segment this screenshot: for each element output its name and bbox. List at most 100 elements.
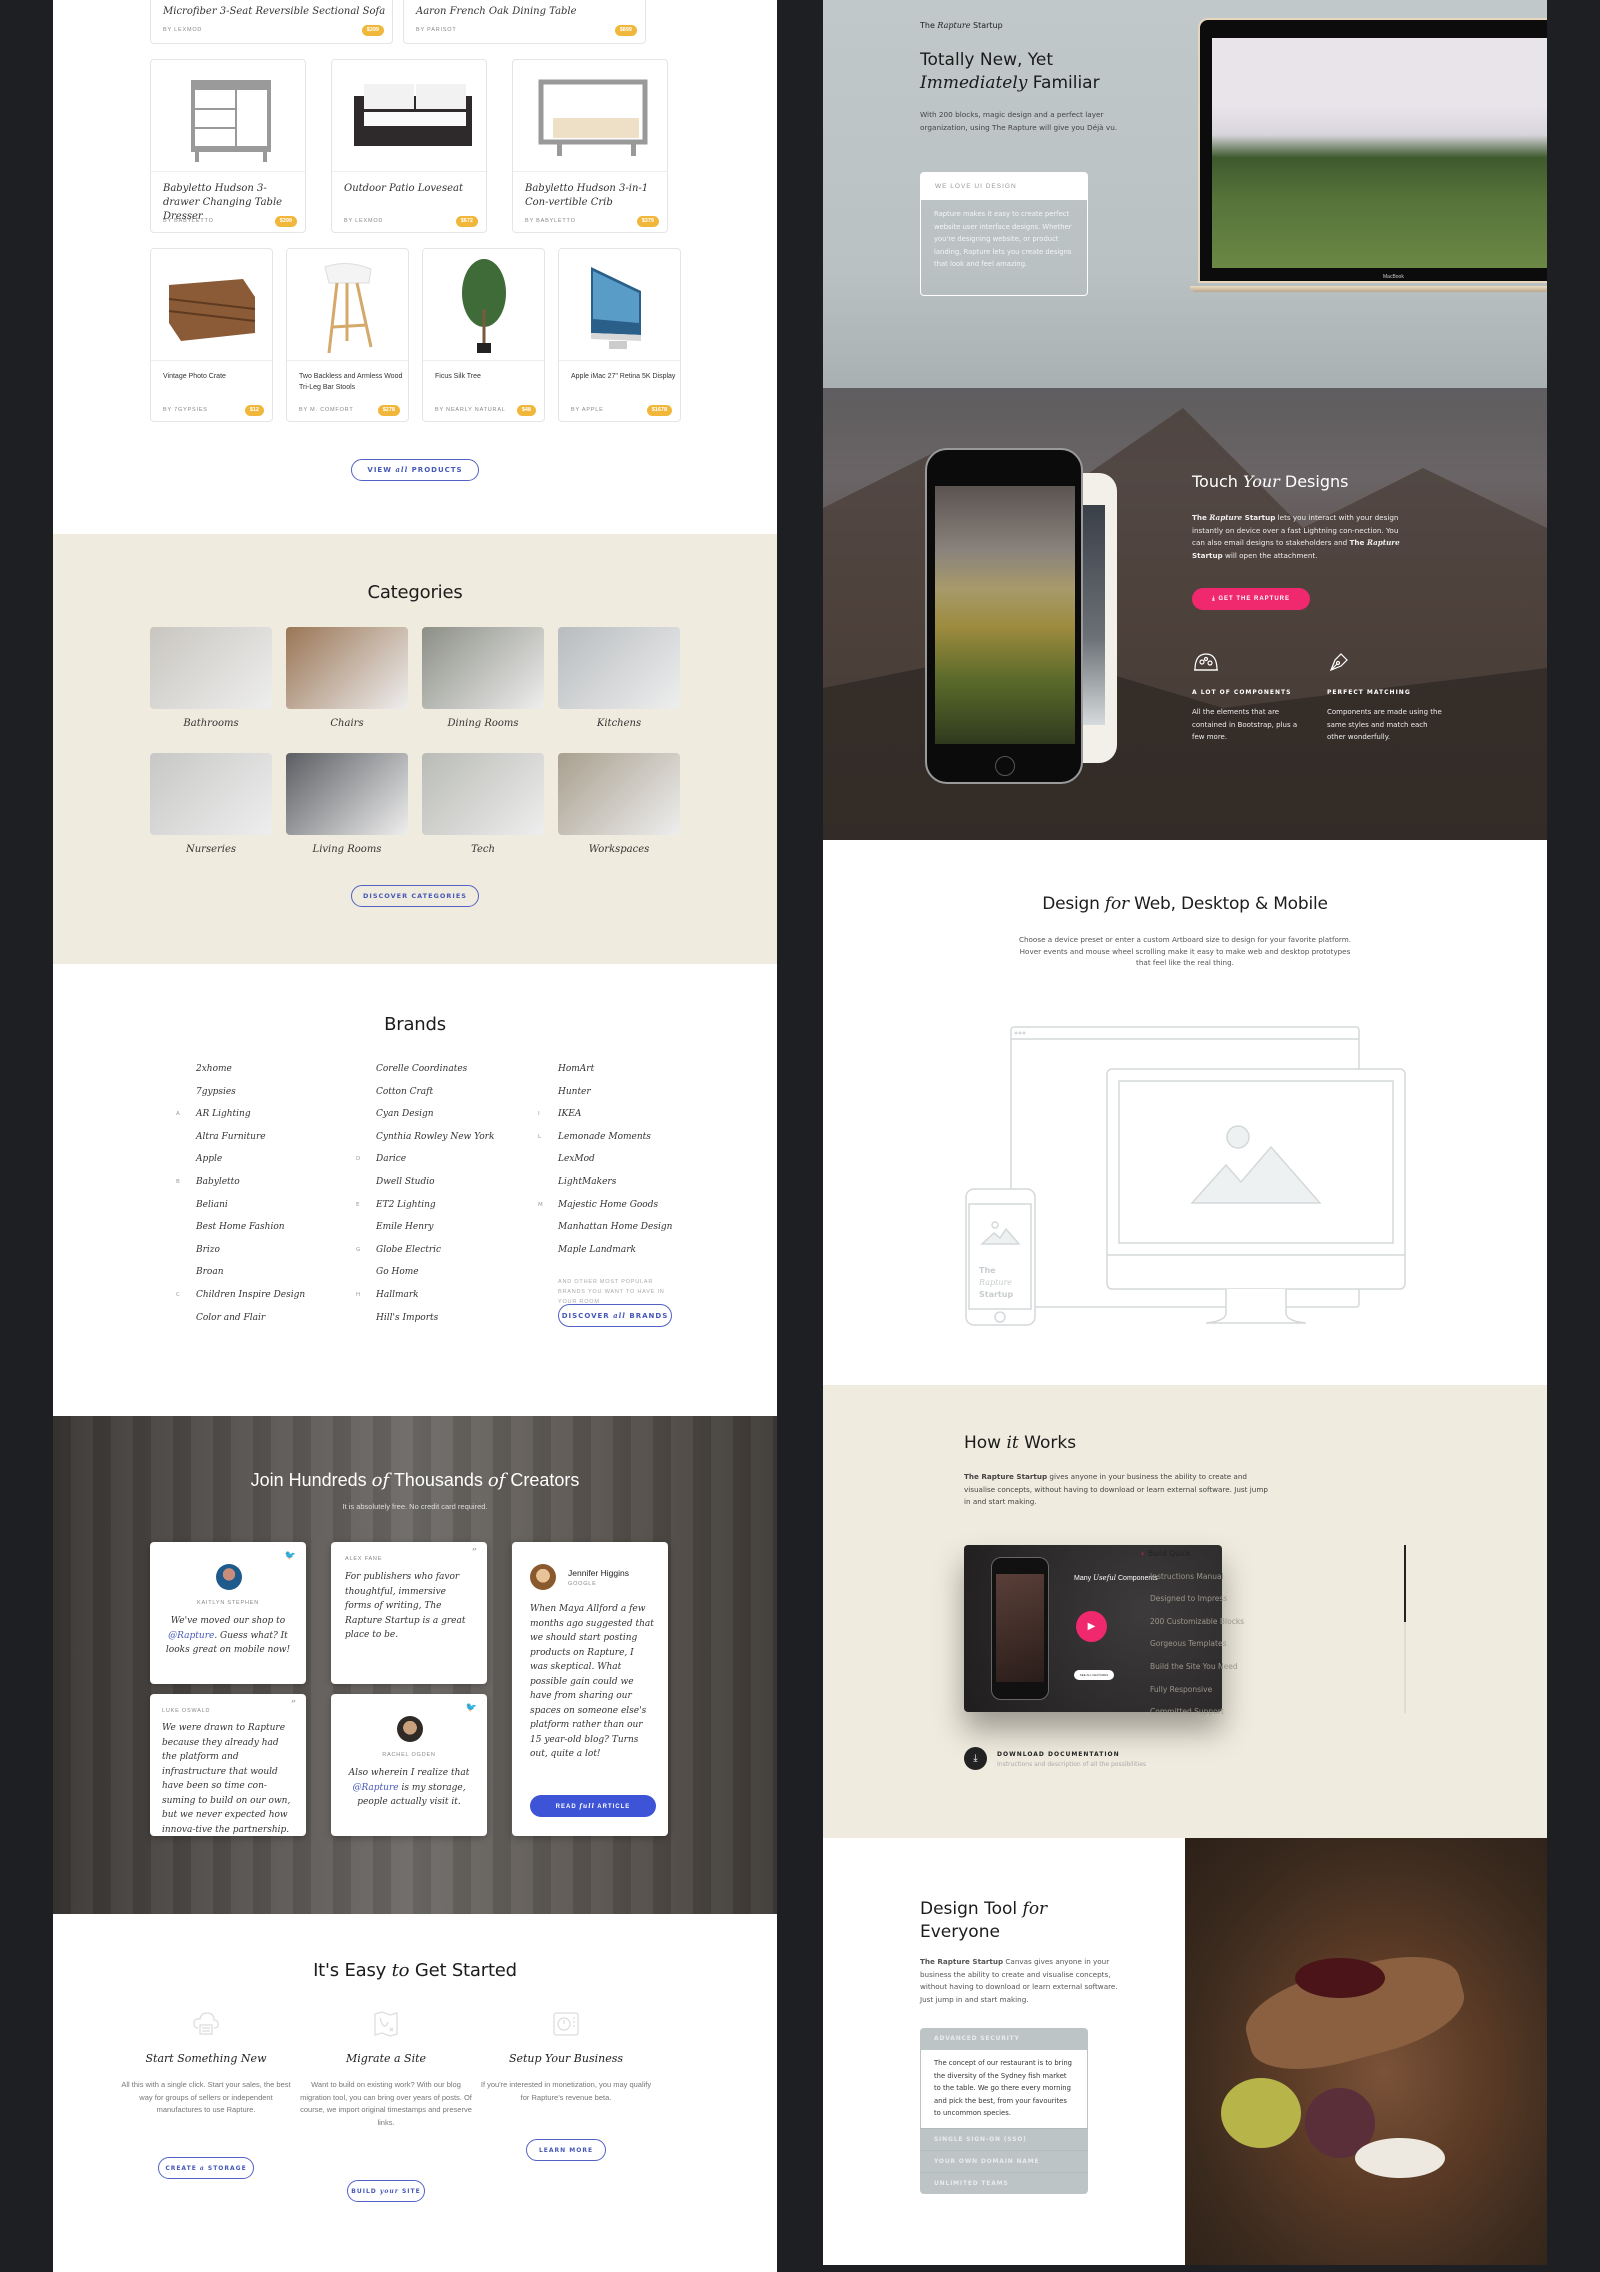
read-full-article-button[interactable]: READ full ARTICLE (530, 1795, 656, 1817)
brand-link[interactable]: Go Home (376, 1267, 494, 1290)
brand-link[interactable]: LightMakers (558, 1177, 672, 1200)
nav-scroll-thumb[interactable] (1404, 1545, 1406, 1622)
brand-link[interactable]: Cotton Craft (376, 1087, 494, 1110)
feature-text: Components are made using the same style… (1327, 708, 1442, 741)
brand-link[interactable]: 2xhome (196, 1064, 305, 1087)
nav-scroll-track[interactable] (1404, 1545, 1406, 1713)
product-card[interactable]: Outdoor Patio Loveseat BY LEXMOD $672 (331, 59, 487, 233)
button-label: BRANDS (625, 1311, 669, 1320)
accordion-header[interactable]: YOUR OWN DOMAIN NAME (920, 2149, 1088, 2172)
mention-link[interactable]: @Rapture (352, 1783, 398, 1793)
brand-link[interactable]: Beliani (196, 1200, 305, 1223)
feature-nav-item[interactable]: Designed to Impress (1150, 1594, 1227, 1603)
brand-link[interactable]: Broan (196, 1267, 305, 1290)
hero-title: Totally New, Yet Immediately Familiar (920, 49, 1100, 95)
category-tile[interactable]: Kitchens (558, 627, 680, 729)
product-title: Babyletto Hudson 3-in-1 Con-vertible Cri… (525, 183, 649, 208)
mention-link[interactable]: @Rapture (168, 1631, 214, 1641)
brand-link[interactable]: Manhattan Home Design (558, 1222, 672, 1245)
product-brand: BY NEARLY NATURAL (435, 407, 506, 413)
price-badge: $899 (614, 25, 637, 36)
brand-link[interactable]: Maple Landmark (558, 1245, 672, 1268)
feature-nav-item[interactable]: 200 Customizable Blocks (1150, 1617, 1244, 1626)
accordion-header[interactable]: SINGLE SIGN-ON (SSO) (920, 2127, 1088, 2150)
category-tile[interactable]: Workspaces (558, 753, 680, 855)
brand-link[interactable]: G Globe Electric (356, 1245, 494, 1268)
product-card[interactable]: Aaron French Oak Dining Table BY PARISOT… (403, 0, 646, 44)
brand-link[interactable]: LexMod (558, 1154, 672, 1177)
view-all-products-button[interactable]: VIEW all PRODUCTS (351, 459, 479, 481)
product-card[interactable]: Ficus Silk Tree BY NEARLY NATURAL $48 (422, 248, 545, 422)
brand-link[interactable]: Best Home Fashion (196, 1222, 305, 1245)
brand-name: Maple Landmark (558, 1244, 636, 1255)
category-tile[interactable]: Tech (422, 753, 544, 855)
brand-link[interactable]: Corelle Coordinates (376, 1064, 494, 1087)
feature-nav-item[interactable]: Gorgeous Templates (1150, 1639, 1227, 1648)
product-card[interactable]: Microfiber 3-Seat Reversible Sectional S… (150, 0, 393, 44)
accordion-header[interactable]: UNLIMITED TEAMS (920, 2171, 1088, 2194)
brand-link[interactable]: Apple (196, 1154, 305, 1177)
product-card[interactable]: Two Backless and Armless Wood Tri-Leg Ba… (286, 248, 409, 422)
feature-nav-item[interactable]: Fully Responsive (1150, 1685, 1212, 1694)
feature-nav-item[interactable]: Committed Support (1150, 1707, 1224, 1716)
product-card[interactable]: Vintage Photo Crate BY 7GYPSIES $12 (150, 248, 273, 422)
category-tile[interactable]: Nurseries (150, 753, 272, 855)
brand-link[interactable]: 7gypsies (196, 1087, 305, 1110)
accordion-header[interactable]: ADVANCED SECURITY (920, 2028, 1088, 2050)
twitter-icon[interactable]: 🐦 (285, 1550, 296, 1561)
feature-nav-item[interactable]: Instructions Manual (1150, 1572, 1224, 1581)
brand-link[interactable]: Brizo (196, 1245, 305, 1268)
brand-link[interactable]: M Majestic Home Goods (538, 1200, 672, 1223)
brand-name: Corelle Coordinates (376, 1064, 468, 1074)
feature-nav-item[interactable]: ‹ Build Quick (1141, 1549, 1190, 1558)
brand-link[interactable]: Hunter (558, 1087, 672, 1110)
brand-link[interactable]: Hill's Imports (376, 1313, 494, 1336)
button-label: STORAGE (204, 2164, 247, 2172)
product-card[interactable]: Babyletto Hudson 3-in-1 Con-vertible Cri… (512, 59, 668, 233)
category-tile[interactable]: Dining Rooms (422, 627, 544, 729)
step-action-button[interactable]: BUILD your SITE (347, 2180, 425, 2202)
brand-link[interactable]: Cynthia Rowley New York (376, 1132, 494, 1155)
category-label: Living Rooms (312, 844, 382, 855)
brand-link[interactable]: Dwell Studio (376, 1177, 494, 1200)
product-card[interactable]: Babyletto Hudson 3-drawer Changing Table… (150, 59, 306, 233)
discover-all-brands-button[interactable]: DISCOVER all BRANDS (558, 1304, 672, 1327)
see-all-features-button[interactable]: SEE ALL FEATURES (1074, 1670, 1114, 1680)
title-part: Designs (1279, 472, 1349, 491)
step-action-button[interactable]: CREATE a STORAGE (158, 2157, 254, 2179)
brand-link[interactable]: E ET2 Lighting (356, 1199, 494, 1223)
twitter-icon[interactable]: 🐦 (466, 1702, 477, 1713)
author-name: KAITLYN STEPHEN (196, 1600, 260, 1606)
brand-link[interactable]: C Children Inspire Design (176, 1290, 305, 1313)
brand-link[interactable]: Altra Furniture (196, 1132, 305, 1155)
discover-categories-button[interactable]: DISCOVER CATEGORIES (351, 885, 479, 907)
categories-section: Categories Bathrooms Chairs Dining Rooms Ki… (53, 534, 777, 964)
testimonial-quote: We were drawn to Rapture because they al… (162, 1723, 291, 1835)
price-badge: $399 (361, 25, 384, 36)
product-card[interactable]: Apple iMac 27" Retina 5K Display BY APPL… (558, 248, 681, 422)
feature-nav-item[interactable]: Build the Site You Need (1150, 1662, 1238, 1671)
brand-link[interactable]: H Hallmark (356, 1290, 494, 1313)
brand-link[interactable]: Cyan Design (376, 1109, 494, 1132)
brand-link[interactable]: Emile Henry (376, 1222, 494, 1245)
brand-link[interactable]: HomArt (558, 1064, 672, 1087)
button-label: BUILD (351, 2187, 380, 2195)
brand-link[interactable]: L Lemonade Moments (538, 1132, 672, 1155)
title-emphasis: to (391, 1960, 410, 1981)
step-action-button[interactable]: LEARN MORE (526, 2139, 606, 2161)
brand-part: Startup (970, 21, 1003, 30)
brand-name: ET2 Lighting (376, 1199, 436, 1210)
product-image-ficus-tree (423, 249, 544, 361)
brand-link[interactable]: I IKEA (538, 1109, 672, 1132)
brand-link[interactable]: A AR Lighting (176, 1109, 305, 1132)
category-tile[interactable]: Living Rooms (286, 753, 408, 855)
brand-link[interactable]: D Darice (356, 1154, 494, 1177)
category-tile[interactable]: Chairs (286, 627, 408, 729)
play-button[interactable]: ▶ (1076, 1611, 1107, 1642)
video-phone-image (991, 1557, 1049, 1700)
brand-link[interactable]: Color and Flair (196, 1313, 305, 1336)
category-tile[interactable]: Bathrooms (150, 627, 272, 729)
brand-link[interactable]: B Babyletto (176, 1177, 305, 1200)
brand-name: HomArt (558, 1064, 595, 1074)
get-the-rapture-button[interactable]: ⤓ GET THE RAPTURE (1192, 588, 1310, 610)
